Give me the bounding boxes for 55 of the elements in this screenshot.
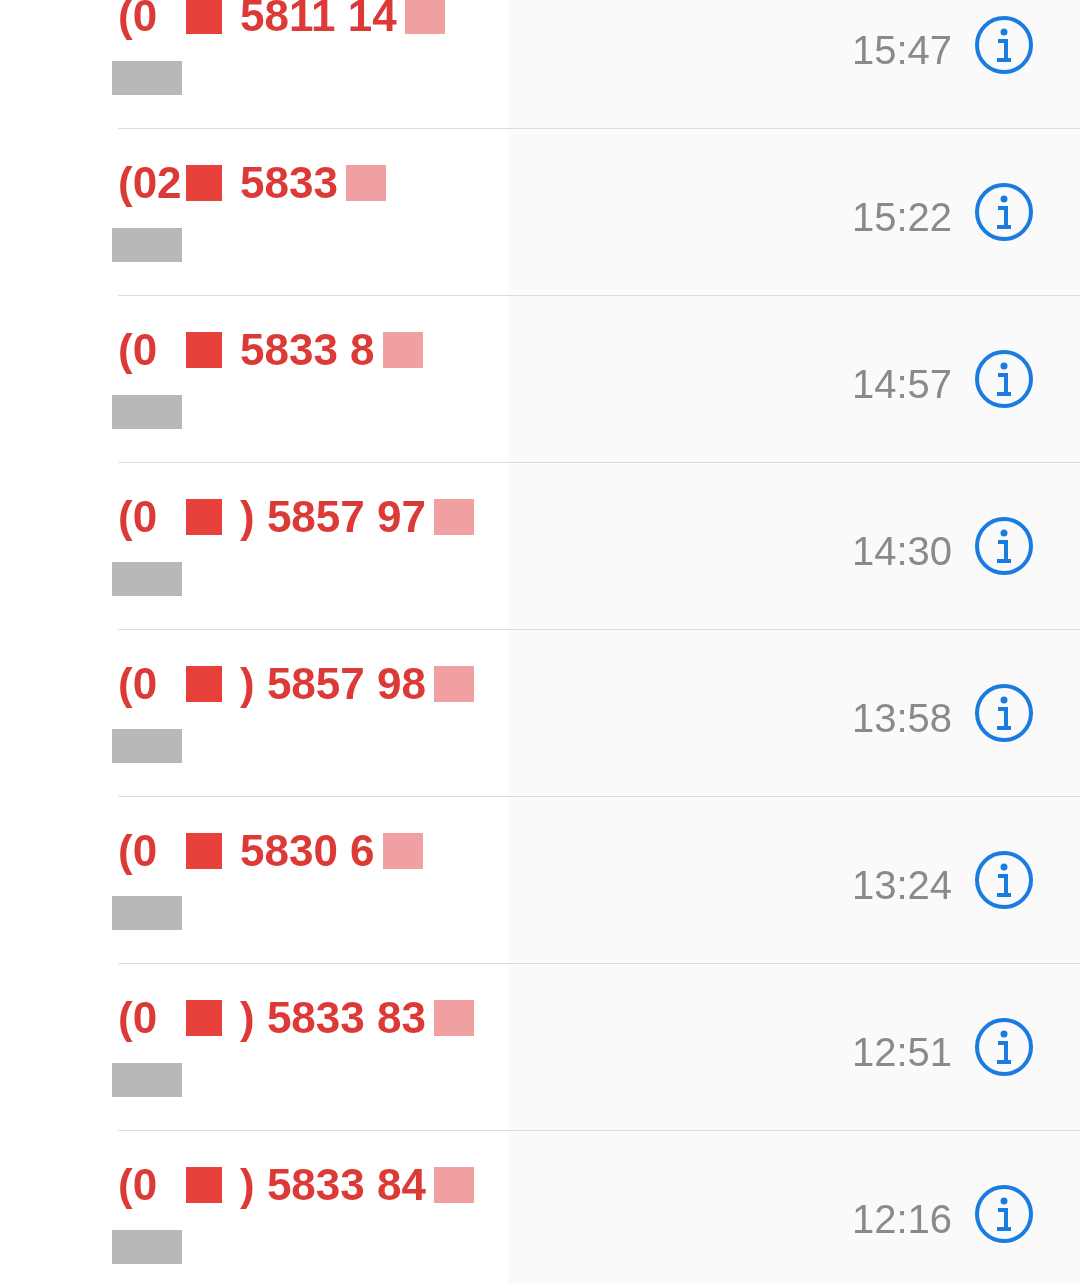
redaction-block <box>112 61 182 95</box>
call-time: 13:24 <box>851 862 952 908</box>
phone-area-code: (0 <box>118 993 159 1043</box>
redaction-block <box>186 666 222 702</box>
redaction-block <box>112 562 182 596</box>
phone-number: ) 5833 84 <box>240 1160 426 1210</box>
phone-number: 5833 <box>240 158 338 208</box>
call-time: 14:30 <box>851 528 952 574</box>
phone-area-code: (0 <box>118 1160 159 1210</box>
phone-area-code: (0 <box>118 826 159 876</box>
phone-number: ) 5857 97 <box>240 492 426 542</box>
redaction-block <box>186 499 222 535</box>
phone-number: 5833 8 <box>240 325 375 375</box>
redaction-block <box>112 1063 182 1097</box>
redaction-block <box>382 332 423 368</box>
call-time: 15:22 <box>851 194 952 240</box>
info-icon[interactable] <box>974 1184 1034 1244</box>
phone-area-code: (0 <box>118 492 159 542</box>
info-icon[interactable] <box>974 349 1034 409</box>
redaction-block <box>186 0 222 34</box>
info-icon[interactable] <box>974 683 1034 743</box>
redaction-block <box>186 332 222 368</box>
redaction-block <box>186 165 222 201</box>
redaction-block <box>186 833 222 869</box>
redaction-block <box>112 395 182 429</box>
info-icon[interactable] <box>974 182 1034 242</box>
call-time: 14:57 <box>851 361 952 407</box>
redaction-block <box>186 1167 222 1203</box>
info-icon[interactable] <box>974 850 1034 910</box>
call-time: 12:51 <box>851 1029 952 1075</box>
redaction-block <box>433 1000 474 1036</box>
phone-area-code: (0 <box>118 659 159 709</box>
info-icon[interactable] <box>974 516 1034 576</box>
call-time: 12:16 <box>851 1196 952 1242</box>
phone-number: ) 5833 83 <box>240 993 426 1043</box>
redaction-block <box>112 729 182 763</box>
redaction-block <box>186 1000 222 1036</box>
redaction-block <box>433 499 474 535</box>
redaction-block <box>112 228 182 262</box>
redaction-block <box>345 165 386 201</box>
redaction-block <box>433 666 474 702</box>
phone-number: 5811 14 <box>240 0 397 41</box>
redaction-block <box>382 833 423 869</box>
redaction-block <box>112 1230 182 1264</box>
call-time: 13:58 <box>851 695 952 741</box>
phone-area-code: (02 <box>118 158 178 208</box>
redaction-block <box>112 896 182 930</box>
info-icon[interactable] <box>974 1017 1034 1077</box>
call-time: 15:47 <box>851 27 952 73</box>
info-icon[interactable] <box>974 15 1034 75</box>
redaction-block <box>404 0 445 34</box>
phone-number: 5830 6 <box>240 826 375 876</box>
phone-area-code: (0 <box>118 325 159 375</box>
redaction-block <box>433 1167 474 1203</box>
phone-number: ) 5857 98 <box>240 659 426 709</box>
